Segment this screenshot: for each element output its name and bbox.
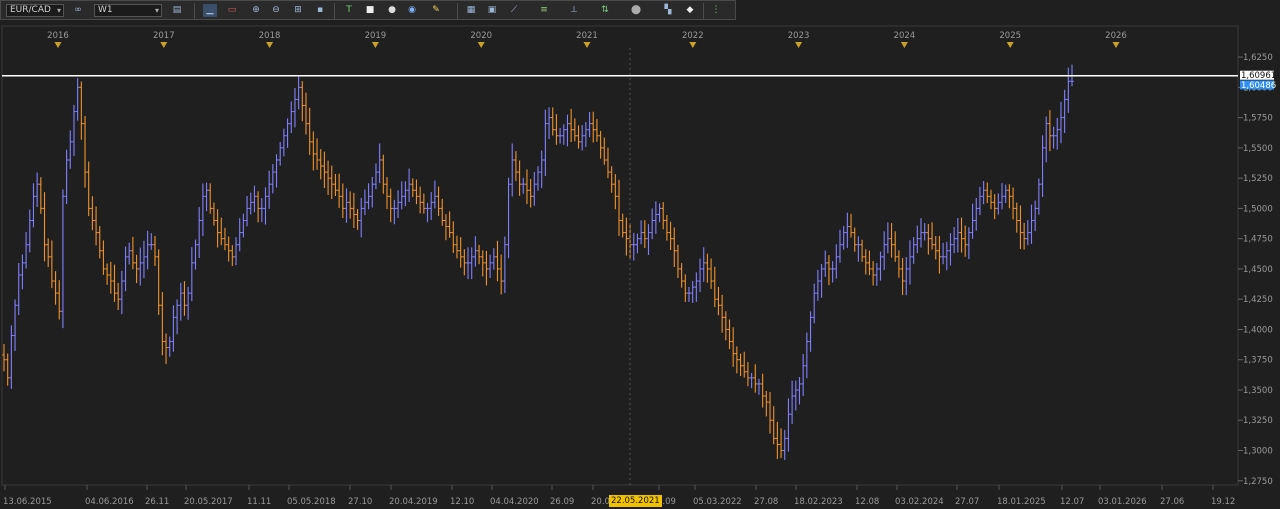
date-tick-label: 27.08 (754, 497, 778, 507)
year-label: 2026 (1105, 31, 1127, 41)
year-marker (266, 42, 274, 48)
year-label: 2020 (470, 31, 492, 41)
year-marker (900, 42, 908, 48)
price-tick-label: 1,5500 (1243, 144, 1273, 154)
date-tick-label: 13.06.2015 (3, 497, 52, 507)
price-tick-label: 1,3000 (1243, 447, 1273, 457)
date-tick-label: 12.08 (855, 497, 879, 507)
date-tick-label: 27.10 (348, 497, 372, 507)
price-tick-label: 1,4500 (1243, 265, 1273, 275)
year-axis: 2016 2017 2018 2019 2020 2021 2022 2023 2024 2025… (47, 31, 1127, 48)
year-marker (1112, 42, 1120, 48)
horizontal-level[interactable]: 1,609611,60486 (2, 70, 1276, 91)
year-label: 2023 (788, 31, 810, 41)
year-label: 2022 (682, 31, 704, 41)
date-tick-label: 12.07 (1060, 497, 1084, 507)
price-tick-label: 1,3250 (1243, 416, 1273, 426)
level-price-label: 1,60961 (1241, 71, 1276, 81)
price-tick-label: 1,3750 (1243, 356, 1273, 366)
date-tick-label: 18.01.2025 (997, 497, 1046, 507)
price-axis: 1,62501,60001,57501,55001,52501,50001,47… (1238, 53, 1273, 487)
year-marker (371, 42, 379, 48)
date-tick-label: 26.09 (550, 497, 574, 507)
year-label: 2017 (153, 31, 175, 41)
year-label: 2018 (259, 31, 281, 41)
price-tick-label: 1,6250 (1243, 53, 1273, 63)
price-tick-label: 1,5000 (1243, 204, 1273, 214)
price-tick-label: 1,5750 (1243, 114, 1273, 124)
year-label: 2024 (894, 31, 916, 41)
crosshair-date-label: 22.05.2021 (609, 495, 662, 507)
date-tick-label: 11.11 (247, 497, 271, 507)
price-tick-label: 1,4750 (1243, 235, 1273, 245)
year-label: 2019 (365, 31, 387, 41)
year-marker (795, 42, 803, 48)
date-tick-label: 20.05.2017 (184, 497, 233, 507)
year-marker (54, 42, 62, 48)
price-tick-label: 1,3500 (1243, 386, 1273, 396)
year-label: 2016 (47, 31, 69, 41)
year-marker (583, 42, 591, 48)
price-bars (2, 64, 1074, 461)
date-tick-label: 26.11 (145, 497, 169, 507)
date-tick-label: 03.02.2024 (895, 497, 944, 507)
price-chart[interactable]: 2016 2017 2018 2019 2020 2021 2022 2023 2024 2025… (0, 0, 1280, 509)
date-tick-label: 05.03.2022 (693, 497, 742, 507)
date-tick-label: 19.12 (1211, 497, 1235, 507)
date-tick-label: 12.10 (450, 497, 474, 507)
date-tick-label: 04.04.2020 (490, 497, 539, 507)
date-tick-label: 05.05.2018 (287, 497, 336, 507)
current-price-label: 1,60486 (1241, 81, 1276, 91)
price-tick-label: 1,2750 (1243, 477, 1273, 487)
date-tick-label: 27.07 (955, 497, 979, 507)
date-tick-label: 20.04.2019 (389, 497, 438, 507)
date-tick-label: 18.02.2023 (794, 497, 843, 507)
year-label: 2025 (999, 31, 1021, 41)
year-marker (1006, 42, 1014, 48)
year-marker (689, 42, 697, 48)
year-label: 2021 (576, 31, 598, 41)
price-tick-label: 1,5250 (1243, 174, 1273, 184)
plot-frame (1, 25, 1239, 486)
year-marker (160, 42, 168, 48)
year-marker (477, 42, 485, 48)
price-tick-label: 1,4250 (1243, 295, 1273, 305)
date-tick-label: 03.01.2026 (1098, 497, 1147, 507)
price-tick-label: 1,4000 (1243, 325, 1273, 335)
date-tick-label: 27.06 (1160, 497, 1184, 507)
date-tick-label: 20.0 (591, 497, 610, 507)
date-tick-label: 04.06.2016 (85, 497, 134, 507)
